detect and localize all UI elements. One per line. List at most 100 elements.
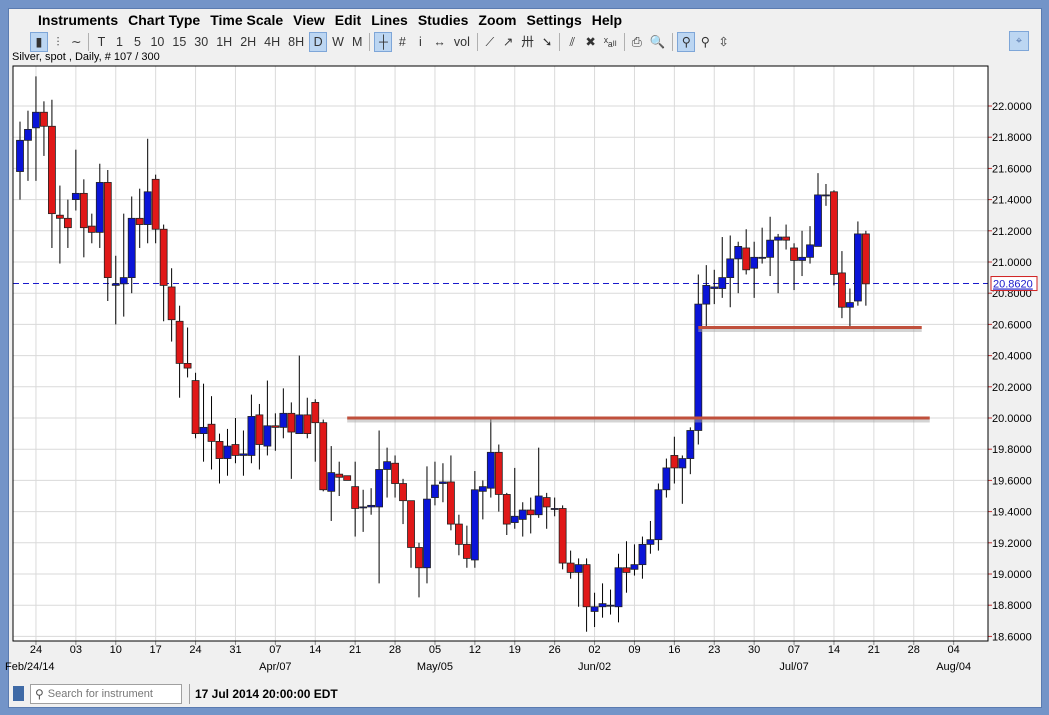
status-indicator xyxy=(13,686,24,701)
candle-body xyxy=(423,498,431,569)
candle-body xyxy=(494,451,503,495)
candle-body xyxy=(287,412,296,433)
candle-body xyxy=(726,258,735,279)
candle-body xyxy=(598,603,607,608)
x-tick-label: 05 xyxy=(429,644,441,656)
cursor-datetime: 17 Jul 2014 20:00:00 EDT xyxy=(195,687,338,701)
candle-body xyxy=(63,217,72,229)
candle-body xyxy=(327,472,336,492)
y-tick-label: 19.2000 xyxy=(992,538,1032,550)
y-tick-label: 20.0000 xyxy=(992,413,1032,425)
candle-body xyxy=(542,497,551,508)
candle-body xyxy=(694,303,703,431)
y-tick-label: 21.4000 xyxy=(992,195,1032,207)
candle-body xyxy=(766,239,775,258)
y-tick-label: 21.2000 xyxy=(992,226,1032,238)
candle xyxy=(830,190,838,286)
x-tick-label: 24 xyxy=(30,644,42,656)
candle-body xyxy=(550,508,559,510)
candle-body xyxy=(335,473,344,478)
x-tick-label: 02 xyxy=(588,644,600,656)
candle-body xyxy=(534,495,543,516)
candle-body xyxy=(199,426,208,434)
candle-body xyxy=(742,247,751,271)
x-tick-label: 19 xyxy=(509,644,521,656)
candle-body xyxy=(758,256,767,259)
candle-body xyxy=(822,194,830,197)
candle-body xyxy=(614,567,623,608)
y-tick-label: 18.6000 xyxy=(992,631,1032,643)
instrument-search-input[interactable]: ⚲ Search for instrument xyxy=(30,684,182,704)
candle-body xyxy=(383,461,391,470)
candle-body xyxy=(518,509,527,520)
candle-body xyxy=(343,475,352,481)
y-tick-label: 18.8000 xyxy=(992,600,1032,612)
candle-body xyxy=(247,416,256,456)
chart-caption: Silver, spot , Daily, # 107 / 300 xyxy=(12,51,160,63)
candle-body xyxy=(782,236,790,241)
candle-body xyxy=(32,111,40,129)
y-tick-label: 21.0000 xyxy=(992,257,1032,269)
candle-body xyxy=(367,504,376,508)
candle xyxy=(319,419,328,492)
search-placeholder: Search for instrument xyxy=(47,688,153,700)
candle-body xyxy=(790,247,798,261)
candle-body xyxy=(111,283,120,286)
candle-body xyxy=(271,425,280,428)
x-tick-label: 12 xyxy=(469,644,481,656)
y-tick-label: 20.6000 xyxy=(992,319,1032,331)
x-major-label: Jun/02 xyxy=(578,661,611,673)
candle-body xyxy=(239,453,248,456)
x-tick-label: 14 xyxy=(828,644,840,656)
candle-body xyxy=(574,564,583,573)
x-tick-label: 28 xyxy=(389,644,401,656)
candle-body xyxy=(462,543,471,559)
chart-window: Instruments Chart Type Time Scale View Edit L… xyxy=(5,8,1042,708)
candle-body xyxy=(838,272,846,308)
x-major-label: Feb/24/14 xyxy=(5,661,55,673)
candle-body xyxy=(407,500,415,548)
x-major-label: Aug/04 xyxy=(936,661,971,673)
candle-body xyxy=(103,182,112,279)
candle-body xyxy=(582,564,591,608)
candle-body xyxy=(351,486,360,509)
candle-body xyxy=(255,414,264,445)
candle-body xyxy=(478,486,487,492)
candle-body xyxy=(798,256,806,261)
candle-body xyxy=(670,455,679,469)
candle-body xyxy=(431,484,439,498)
candle xyxy=(191,372,200,439)
candle-body xyxy=(223,445,232,459)
y-tick-label: 21.6000 xyxy=(992,163,1032,175)
y-tick-label: 19.4000 xyxy=(992,507,1032,519)
candle-body xyxy=(447,481,455,525)
candle-body xyxy=(646,539,655,545)
candle-body xyxy=(590,606,599,612)
candle-body xyxy=(854,233,862,302)
x-major-label: Apr/07 xyxy=(259,661,291,673)
candle-body xyxy=(846,302,854,308)
y-tick-label: 19.8000 xyxy=(992,444,1032,456)
candle-body xyxy=(79,192,88,229)
candle-body xyxy=(231,444,240,456)
candle-body xyxy=(774,236,782,241)
y-tick-label: 22.0000 xyxy=(992,101,1032,113)
y-tick-label: 19.6000 xyxy=(992,475,1032,487)
candle-body xyxy=(558,508,567,564)
candle-body xyxy=(830,191,838,275)
candle-body xyxy=(191,380,200,434)
candle-body xyxy=(40,111,48,127)
candle-body xyxy=(630,564,639,570)
candle-body xyxy=(295,414,304,435)
x-tick-label: 07 xyxy=(788,644,800,656)
candle xyxy=(558,505,567,570)
price-chart[interactable]: 22.0000 21.8000 21.6000 21.4000 21.2000 21.00… xyxy=(1,1,1049,715)
x-tick-label: 23 xyxy=(708,644,720,656)
y-tick-label: 20.4000 xyxy=(992,351,1032,363)
y-tick-label: 19.0000 xyxy=(992,569,1032,581)
candle-body xyxy=(526,509,535,516)
candle-body xyxy=(710,286,719,289)
x-tick-label: 24 xyxy=(189,644,201,656)
candle-body xyxy=(510,515,519,523)
candle-body xyxy=(16,139,24,172)
